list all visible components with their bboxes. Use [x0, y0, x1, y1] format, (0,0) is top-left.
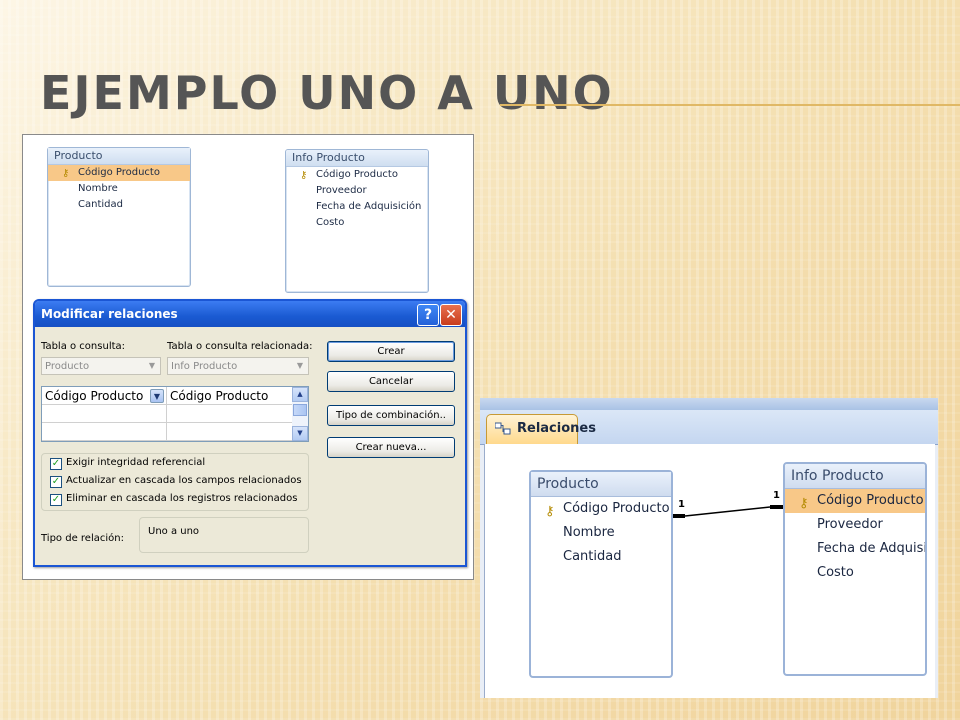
create-new-button[interactable]: Crear nueva...: [327, 437, 455, 458]
field-proveedor[interactable]: Proveedor: [286, 183, 428, 199]
table-info-producto[interactable]: Info Producto ⚷ Código Producto Proveedo…: [783, 462, 927, 676]
label-table: Tabla o consulta:: [41, 341, 126, 352]
grid-cell-empty[interactable]: [167, 405, 293, 423]
label-related-table: Tabla o consulta relacionada:: [167, 341, 313, 352]
field-costo[interactable]: Costo: [286, 215, 428, 231]
cascade-update-label: Actualizar en cascada los campos relacio…: [66, 475, 302, 486]
table-info-producto-title: Info Producto: [785, 464, 925, 489]
integrity-checkbox[interactable]: ✓: [50, 458, 62, 470]
create-button[interactable]: Crear: [327, 341, 455, 362]
tab-relaciones-label: Relaciones: [517, 421, 596, 436]
field-codigo-producto[interactable]: ⚷ Código Producto: [785, 489, 925, 513]
relationship-type-value: Uno a uno: [139, 517, 309, 553]
key-icon: ⚷: [62, 168, 70, 179]
grid-scrollbar[interactable]: ▲ ▼: [292, 387, 308, 441]
field-proveedor[interactable]: Proveedor: [785, 513, 925, 537]
field-mapping-grid[interactable]: Código Producto ▼ Código Producto ▲ ▼: [41, 386, 309, 442]
table-info-producto-title: Info Producto: [286, 150, 428, 167]
title-rule: [500, 104, 960, 106]
field-cantidad[interactable]: Cantidad: [48, 197, 190, 213]
grid-cell-left[interactable]: Código Producto ▼: [42, 387, 167, 405]
field-fecha-adquisicion[interactable]: Fecha de Adquisición: [785, 537, 925, 561]
close-button[interactable]: ✕: [440, 304, 462, 326]
edit-relationships-dialog: Modificar relaciones ? ✕ Tabla o consult…: [33, 299, 467, 567]
field-codigo-producto[interactable]: ⚷ Código Producto: [48, 165, 190, 181]
relationships-dialog-screenshot: Producto ⚷ Código Producto Nombre Cantid…: [22, 134, 474, 580]
cascade-delete-label: Eliminar en cascada los registros relaci…: [66, 493, 298, 504]
scroll-up-icon[interactable]: ▲: [292, 387, 308, 402]
dialog-title-bar[interactable]: Modificar relaciones ? ✕: [35, 301, 465, 327]
cascade-update-checkbox[interactable]: ✓: [50, 476, 62, 488]
dialog-title: Modificar relaciones: [41, 307, 178, 321]
field-nombre[interactable]: Nombre: [48, 181, 190, 197]
cancel-button[interactable]: Cancelar: [327, 371, 455, 392]
tab-relaciones[interactable]: Relaciones: [486, 414, 596, 444]
relationships-icon: [495, 422, 511, 435]
scroll-thumb[interactable]: [293, 404, 307, 416]
relationships-canvas: Producto ⚷ Código Producto Nombre Cantid…: [23, 135, 473, 579]
field-codigo-producto[interactable]: ⚷ Código Producto: [286, 167, 428, 183]
integrity-label: Exigir integridad referencial: [66, 457, 206, 468]
chevron-down-icon: ▼: [296, 361, 304, 370]
relationship-type-label: Tipo de relación:: [41, 533, 124, 544]
field-fecha-adquisicion[interactable]: Fecha de Adquisición: [286, 199, 428, 215]
scroll-down-icon[interactable]: ▼: [292, 426, 308, 441]
cascade-delete-checkbox[interactable]: ✓: [50, 494, 62, 506]
join-type-button[interactable]: Tipo de combinación..: [327, 405, 455, 426]
relationships-view-screenshot: Relaciones Producto ⚷ Código Producto No…: [480, 398, 938, 698]
table-combo[interactable]: Producto ▼: [41, 357, 161, 375]
grid-cell-empty[interactable]: [42, 423, 167, 441]
chevron-down-icon: ▼: [148, 361, 156, 370]
field-costo[interactable]: Costo: [785, 561, 925, 585]
key-icon: ⚷: [300, 170, 308, 181]
multiplicity-right: 1: [773, 490, 780, 501]
grid-cell-empty[interactable]: [167, 423, 293, 441]
document-tab-strip: Relaciones: [480, 410, 938, 445]
slide-title: EJEMPLO UNO A UNO: [40, 66, 614, 120]
dropdown-arrow-icon[interactable]: ▼: [150, 389, 164, 403]
relationships-workspace: Producto ⚷ Código Producto Nombre Cantid…: [484, 444, 935, 698]
related-table-combo[interactable]: Info Producto ▼: [167, 357, 309, 375]
table-info-producto[interactable]: Info Producto ⚷ Código Producto Proveedo…: [285, 149, 429, 293]
table-producto[interactable]: Producto ⚷ Código Producto Nombre Cantid…: [47, 147, 191, 287]
integrity-options-group: ✓ Exigir integridad referencial ✓ Actual…: [41, 453, 309, 511]
grid-cell-right[interactable]: Código Producto: [167, 387, 293, 405]
multiplicity-left: 1: [678, 499, 685, 510]
table-producto-title: Producto: [48, 148, 190, 165]
grid-cell-empty[interactable]: [42, 405, 167, 423]
help-button[interactable]: ?: [417, 304, 439, 326]
